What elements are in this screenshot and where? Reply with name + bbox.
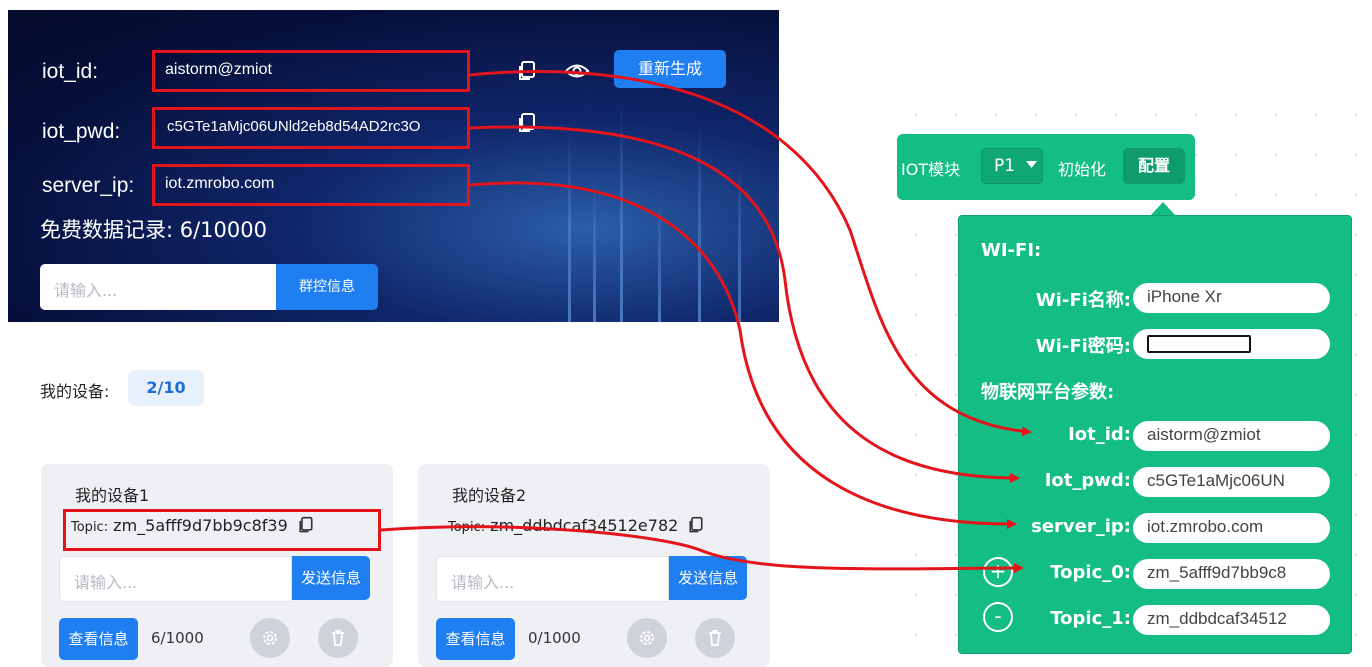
iot-id-label: iot_id: — [42, 60, 99, 83]
topic1-field[interactable]: zm_ddbdcaf34512 — [1133, 605, 1330, 635]
copy-icon[interactable] — [687, 516, 705, 538]
wifi-password-field[interactable] — [1133, 329, 1330, 359]
view-messages-button[interactable]: 查看信息 — [59, 618, 138, 660]
device-count-badge: 2/10 — [128, 370, 204, 406]
credentials-panel: iot_id: aistorm@zmiot 重新生成 iot_pwd: c5GT… — [8, 10, 779, 322]
my-devices-label: 我的设备: — [40, 382, 110, 401]
device-topic: Topic: zm_ddbdcaf34512e782 — [448, 516, 705, 538]
iot-pwd-field-label: Iot_pwd: — [1044, 470, 1131, 491]
send-message-button[interactable]: 发送信息 — [292, 556, 370, 600]
iot-module-label: IOT模块 — [901, 160, 961, 179]
gear-icon — [640, 631, 654, 645]
trash-icon — [709, 630, 721, 646]
iot-module-block[interactable]: IOT模块 P1 初始化 配置 — [897, 134, 1195, 200]
iot-pwd-label: iot_pwd: — [42, 120, 121, 143]
copy-icon[interactable] — [516, 112, 538, 134]
device-card: 我的设备2 Topic: zm_ddbdcaf34512e782 请输入... … — [418, 464, 770, 667]
free-records-count: 免费数据记录: 6/10000 — [40, 218, 267, 242]
gear-icon — [263, 631, 277, 645]
copy-icon[interactable] — [516, 60, 538, 82]
topic1-label: Topic_1: — [1050, 608, 1131, 629]
trash-icon — [332, 630, 344, 646]
port-dropdown[interactable]: P1 — [981, 148, 1043, 184]
remove-topic-button[interactable]: - — [983, 602, 1013, 632]
iot-pwd-value[interactable]: c5GTe1aMjc06UNld2eb8d54AD2rc3O — [152, 107, 470, 149]
message-usage: 0/1000 — [528, 629, 581, 647]
topic-highlight-box — [63, 509, 381, 551]
server-ip-value[interactable]: iot.zmrobo.com — [152, 164, 470, 206]
wifi-name-field[interactable]: iPhone Xr — [1133, 283, 1330, 313]
delete-button[interactable] — [318, 618, 358, 658]
group-control-button[interactable]: 群控信息 — [276, 264, 378, 310]
config-button[interactable]: 配置 — [1123, 148, 1185, 184]
caret-down-icon — [1026, 161, 1038, 168]
password-mask — [1147, 335, 1251, 353]
config-panel-pointer — [1150, 202, 1176, 216]
init-label: 初始化 — [1058, 160, 1107, 179]
view-messages-button[interactable]: 查看信息 — [436, 618, 515, 660]
topic0-field[interactable]: zm_5afff9d7bb9c8 — [1133, 559, 1330, 589]
regenerate-button[interactable]: 重新生成 — [614, 50, 726, 88]
iot-params-section-title: 物联网平台参数: — [981, 382, 1115, 403]
topic-key: Topic: — [448, 520, 486, 535]
server-ip-field[interactable]: iot.zmrobo.com — [1133, 513, 1330, 543]
iot-pwd-field[interactable]: c5GTe1aMjc06UN — [1133, 467, 1330, 497]
iot-id-field-label: Iot_id: — [1068, 424, 1131, 445]
iot-id-value[interactable]: aistorm@zmiot — [152, 50, 470, 92]
decor-streak — [593, 182, 596, 322]
delete-button[interactable] — [695, 618, 735, 658]
port-value: P1 — [994, 156, 1016, 176]
server-ip-field-label: server_ip: — [1031, 516, 1131, 537]
iot-id-field[interactable]: aistorm@zmiot — [1133, 421, 1330, 451]
wifi-password-label: Wi-Fi密码: — [1035, 336, 1131, 357]
decor-streak — [698, 122, 701, 322]
device-message-input[interactable]: 请输入... — [436, 556, 669, 602]
device-message-input[interactable]: 请输入... — [59, 556, 292, 602]
decor-streak — [568, 132, 571, 322]
server-ip-label: server_ip: — [42, 174, 135, 197]
settings-button[interactable] — [627, 618, 667, 658]
decor-streak — [620, 102, 623, 322]
send-message-button[interactable]: 发送信息 — [669, 556, 747, 600]
wifi-name-label: Wi-Fi名称: — [1035, 290, 1131, 311]
decor-streak — [738, 162, 741, 322]
topic0-label: Topic_0: — [1050, 562, 1131, 583]
device-card: 我的设备1 Topic: zm_5afff9d7bb9c8f39 请输入... … — [41, 464, 393, 667]
message-usage: 6/1000 — [151, 629, 204, 647]
group-control-input[interactable]: 请输入... — [40, 264, 276, 310]
wifi-section-title: WI-FI: — [981, 240, 1042, 261]
config-panel: WI-FI: Wi-Fi名称: iPhone Xr Wi-Fi密码: 物联网平台… — [958, 215, 1352, 654]
eye-icon[interactable] — [564, 60, 590, 82]
device-name: 我的设备2 — [452, 486, 527, 505]
topic-value: zm_ddbdcaf34512e782 — [490, 516, 679, 535]
device-name: 我的设备1 — [75, 486, 150, 505]
decor-streak — [658, 202, 661, 322]
settings-button[interactable] — [250, 618, 290, 658]
add-topic-button[interactable]: + — [983, 557, 1013, 587]
